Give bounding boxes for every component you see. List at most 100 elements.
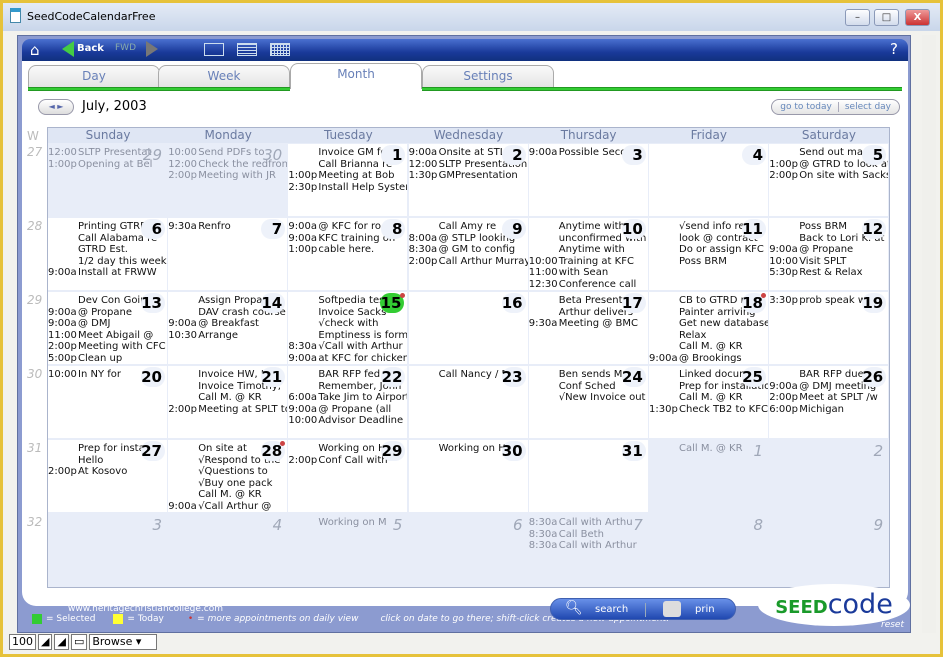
- day-cell[interactable]: 6: [408, 514, 528, 586]
- appointment[interactable]: √Buy one pack: [168, 478, 287, 490]
- day-cell[interactable]: Ben sends Ma Conf Sched √New Invoice out 24: [528, 366, 648, 438]
- appointment[interactable]: 10:00 Training at KFC: [529, 256, 648, 268]
- day-cell[interactable]: Dev Con Goin 9:00a @ Propane 9:00a @ DMJ 11:0…: [48, 292, 167, 364]
- day-cell[interactable]: √send info re look @ contract Do or assign…: [649, 218, 768, 290]
- day-number[interactable]: 2: [501, 145, 526, 165]
- appointment[interactable]: 2:00p Meeting with CFC: [48, 341, 167, 353]
- appointment[interactable]: 8:30a @ GM to config: [409, 244, 528, 256]
- appointment[interactable]: 5:00p Clean up: [48, 353, 167, 365]
- day-number[interactable]: 31: [621, 441, 646, 461]
- day-cell[interactable]: 9: [769, 514, 889, 586]
- day-number[interactable]: 8: [381, 219, 406, 239]
- day-cell[interactable]: 16: [408, 292, 528, 364]
- month-nav-arrows[interactable]: ◄ ►: [38, 99, 74, 115]
- appointment[interactable]: 10:00 Visit SPLT: [769, 256, 888, 268]
- select-day-button[interactable]: select day: [845, 102, 891, 112]
- week-number[interactable]: 29: [27, 293, 43, 307]
- appointment[interactable]: Call M. @ KR: [649, 341, 768, 353]
- appointment[interactable]: 2:30p Install Help System: [288, 182, 407, 194]
- day-number[interactable]: 6: [141, 219, 165, 239]
- day-number[interactable]: 7: [261, 219, 286, 239]
- home-icon[interactable]: ⌂: [30, 41, 40, 59]
- day-number[interactable]: 13: [141, 293, 165, 313]
- appointment[interactable]: 9:00a @ Breakfast: [168, 318, 287, 330]
- day-number[interactable]: 11: [742, 219, 766, 239]
- day-cell[interactable]: Linked docum Prep for installation Call M.…: [649, 366, 768, 438]
- week-number[interactable]: 30: [27, 367, 43, 381]
- toggle-toolbar-icon[interactable]: ▭: [70, 634, 88, 650]
- day-number[interactable]: 27: [141, 441, 165, 461]
- day-number[interactable]: 9: [501, 219, 526, 239]
- appointment[interactable]: 6:00p Michigan: [769, 404, 888, 416]
- day-number[interactable]: 5: [381, 515, 405, 535]
- reset-link[interactable]: reset: [881, 620, 904, 630]
- day-number[interactable]: 24: [621, 367, 646, 387]
- day-number[interactable]: 29: [381, 441, 406, 461]
- day-number[interactable]: 30: [501, 441, 526, 461]
- day-number[interactable]: 1: [742, 441, 766, 461]
- month-view-icon[interactable]: [270, 43, 290, 56]
- tab-settings[interactable]: Settings: [422, 65, 554, 87]
- minimize-button[interactable]: –: [845, 9, 870, 26]
- appointment[interactable]: 5:30p Rest & Relax: [769, 267, 888, 279]
- day-number[interactable]: 6: [502, 515, 526, 535]
- day-cell[interactable]: Assign Propar DAV crash course 9:00a @ Brea…: [168, 292, 288, 364]
- appointment[interactable]: 11:00 with Sean: [529, 267, 648, 279]
- appointment[interactable]: 1/2 day this week: [48, 256, 167, 268]
- day-cell[interactable]: 31: [528, 440, 648, 512]
- day-cell[interactable]: Prep for install Hello 2:00p At Kosovo 27: [48, 440, 167, 512]
- day-number[interactable]: 16: [501, 293, 526, 313]
- list-view-icon[interactable]: [237, 43, 257, 56]
- day-number[interactable]: 30: [261, 145, 285, 165]
- help-button[interactable]: ?: [890, 40, 898, 58]
- back-arrow-icon[interactable]: [62, 41, 74, 57]
- appointment[interactable]: 9:00a @ DMJ: [48, 318, 167, 330]
- appointment[interactable]: 1:30p GMPresentation: [409, 170, 528, 182]
- day-number[interactable]: 4: [742, 145, 766, 165]
- appointment[interactable]: Poss BRM: [649, 256, 768, 268]
- magnifier-icon[interactable]: 🔍︎: [565, 600, 583, 616]
- day-cell[interactable]: Send out man 1:00p @ GTRD to look at 2:00p O…: [769, 144, 889, 216]
- appointment[interactable]: 10:00 Advisor Deadline: [288, 415, 407, 427]
- day-cell[interactable]: 9:00a Onsite at STLP 12:00 SLTP Presentatio…: [408, 144, 528, 216]
- maximize-button[interactable]: □: [874, 9, 899, 26]
- day-cell[interactable]: 3:30p prob speak w. 19: [769, 292, 889, 364]
- appointment[interactable]: Call M. @ KR: [168, 392, 287, 404]
- day-cell[interactable]: 9:30a Renfro 7: [168, 218, 288, 290]
- day-cell[interactable]: Invoice HW, I Invoice Timothy, Call M. @ K…: [168, 366, 288, 438]
- appointment[interactable]: 2:00p Meet at SPLT /w: [769, 392, 888, 404]
- day-number[interactable]: 7: [622, 515, 646, 535]
- day-cell[interactable]: Working on H 2:00p Conf Call with 29: [288, 440, 408, 512]
- appointment[interactable]: Emptiness is form: [288, 330, 407, 342]
- appointment[interactable]: Call M. @ KR: [168, 489, 287, 501]
- day-number[interactable]: 14: [261, 293, 286, 313]
- day-number[interactable]: 4: [261, 515, 285, 535]
- day-cell[interactable]: 8: [649, 514, 768, 586]
- day-cell[interactable]: Softpedia test Invoice Sacks √check with Em…: [288, 292, 408, 364]
- appointment[interactable]: 9:00a Install at FRWW: [48, 267, 167, 279]
- day-cell[interactable]: 2: [769, 440, 889, 512]
- day-cell[interactable]: Anytime with unconfirmed with Anytime with…: [528, 218, 648, 290]
- day-number[interactable]: 5: [862, 145, 887, 165]
- day-number[interactable]: 21: [261, 367, 286, 387]
- day-cell[interactable]: Call Nancy / D 23: [408, 366, 528, 438]
- day-cell[interactable]: Working on H 30: [408, 440, 528, 512]
- tab-day[interactable]: Day: [28, 65, 160, 87]
- print-button[interactable]: prin: [695, 604, 715, 615]
- day-cell[interactable]: 8:30a Call with Arthu 8:30a Call Beth 8:30a C…: [528, 514, 648, 586]
- appointment[interactable]: 2:00p Call Arthur Murray: [409, 256, 528, 268]
- day-cell[interactable]: Working on M5: [288, 514, 408, 586]
- appointment[interactable]: Get new database: [649, 318, 768, 330]
- go-to-today-button[interactable]: go to today: [780, 102, 832, 112]
- week-number[interactable]: 32: [27, 515, 43, 529]
- appointment[interactable]: 9:00a @ Propane (all: [288, 404, 407, 416]
- zoom-out-icon[interactable]: ◢: [38, 634, 53, 650]
- back-button[interactable]: Back: [77, 43, 104, 54]
- appointment[interactable]: 10:30 Arrange: [168, 330, 287, 342]
- appointment[interactable]: 9:00a √Call Arthur @: [168, 501, 287, 513]
- day-cell[interactable]: CB to GTRD re Painter arriving Get new dat…: [649, 292, 768, 364]
- tab-month[interactable]: Month: [290, 63, 422, 89]
- day-cell[interactable]: BAR RFP fed e Remember, John 6:00a Take Jim…: [288, 366, 408, 438]
- day-number[interactable]: 20: [141, 367, 165, 387]
- zoom-level[interactable]: 100: [9, 634, 36, 650]
